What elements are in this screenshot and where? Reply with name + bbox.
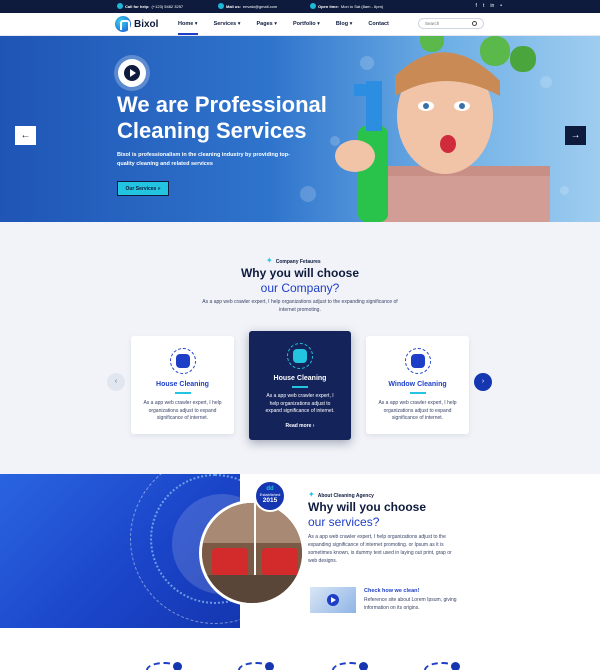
window-cleaning-icon xyxy=(404,348,431,374)
service-card[interactable]: Window Cleaning As a app web crawler exp… xyxy=(366,336,469,434)
service-card[interactable]: House Cleaning As a app web crawler expe… xyxy=(131,336,234,434)
stat-circle-icon xyxy=(424,662,460,670)
sparkle-icon: ✦ xyxy=(308,490,315,499)
menu-item-services[interactable]: Services ▾ xyxy=(214,13,241,35)
check-how-we-clean-link[interactable]: Check how we clean! xyxy=(364,588,419,594)
sparkle-icon: ✦ xyxy=(266,256,273,265)
card-title: Window Cleaning xyxy=(388,381,447,388)
menu: Home ▾ Services ▾ Pages ▾ Portfolio ▾ Bl… xyxy=(178,13,405,35)
linkedin-icon[interactable]: in xyxy=(490,3,494,9)
about-eyebrow: ✦ About Cleaning Agency xyxy=(308,490,374,499)
slider-next-arrow-icon[interactable]: → xyxy=(565,126,586,145)
about-title: Why will you choose xyxy=(308,500,427,514)
menu-item-pages[interactable]: Pages ▾ xyxy=(257,13,278,35)
service-card-active[interactable]: House Cleaning As a app web crawler expe… xyxy=(249,331,351,440)
menu-item-home[interactable]: Home ▾ xyxy=(178,13,198,35)
open-time: Open time: Mon to Sat (8am - 6pm) xyxy=(310,3,383,9)
established-badge: dd Established 2015 xyxy=(254,480,286,512)
card-divider xyxy=(409,392,426,394)
instagram-icon[interactable]: • xyxy=(500,3,502,9)
carousel-prev-icon[interactable]: ‹ xyxy=(107,373,125,391)
main-navigation: Bixol Home ▾ Services ▾ Pages ▾ Portfoli… xyxy=(0,13,600,36)
hero-slider: We are Professional Cleaning Services Bi… xyxy=(0,36,600,222)
check-description: Reference site about Lorem Ipsum, giving… xyxy=(364,597,457,611)
social-links: f t in • xyxy=(476,3,502,9)
card-title: House Cleaning xyxy=(273,375,327,382)
stat-circle-icon xyxy=(332,662,368,670)
site-logo[interactable]: Bixol xyxy=(115,16,158,32)
search-icon[interactable] xyxy=(472,21,477,26)
menu-item-contact[interactable]: Contact xyxy=(368,13,388,35)
card-description: As a app web crawler expert, I help orga… xyxy=(378,400,457,421)
about-description: As a app web crawler expert, I help orga… xyxy=(308,534,452,564)
stat-circle-icon xyxy=(238,662,274,670)
company-features-section: ✦ Company Fetaures Why you will choose ou… xyxy=(0,222,600,474)
play-video-button[interactable] xyxy=(118,59,146,87)
faucet-icon xyxy=(287,343,313,369)
phone-icon xyxy=(117,3,123,9)
carousel-next-icon[interactable]: › xyxy=(474,373,492,391)
stat-circle-icon xyxy=(146,662,182,670)
mail-icon xyxy=(218,3,224,9)
logo-icon xyxy=(115,16,131,32)
mail-contact[interactable]: Mail us: envato@gmail.com xyxy=(218,3,277,9)
hero-subtitle: Bixol is professionalism in the cleaning… xyxy=(117,152,290,167)
card-description: As a app web crawler expert, I help orga… xyxy=(265,393,335,414)
twitter-icon[interactable]: t xyxy=(483,3,484,9)
features-eyebrow: ✦ Company Fetaures xyxy=(266,256,321,265)
video-thumbnail[interactable] xyxy=(310,587,356,613)
play-icon xyxy=(124,65,140,81)
clock-icon xyxy=(310,3,316,9)
top-info-bar: Call for help: (+123) 5462 3257 Mail us:… xyxy=(0,0,600,13)
slider-prev-arrow-icon[interactable]: ← xyxy=(15,126,36,145)
facebook-icon[interactable]: f xyxy=(476,3,477,9)
features-description: As a app web crawler expert, I help orga… xyxy=(202,299,398,313)
card-divider xyxy=(292,386,308,388)
bubble-decoration xyxy=(560,186,569,195)
card-divider xyxy=(174,392,191,394)
house-icon xyxy=(169,348,196,374)
help-phone[interactable]: Call for help: (+123) 5462 3257 xyxy=(117,3,183,9)
hero-title: We are Professional Cleaning Services xyxy=(117,92,327,143)
features-title: Why you will choose xyxy=(240,266,359,280)
play-icon xyxy=(327,594,339,606)
card-description: As a app web crawler expert, I help orga… xyxy=(143,400,222,421)
room-illustration xyxy=(202,503,302,603)
menu-item-blog[interactable]: Blog ▾ xyxy=(336,13,353,35)
next-section xyxy=(0,628,600,670)
cleaning-room-photo xyxy=(199,500,305,606)
features-title-accent: our Company? xyxy=(260,281,340,295)
menu-item-portfolio[interactable]: Portfolio ▾ xyxy=(293,13,320,35)
about-title-accent: our services? xyxy=(308,515,380,529)
card-title: House Cleaning xyxy=(156,381,209,388)
read-more-link[interactable]: Read more › xyxy=(249,423,351,429)
our-services-button[interactable]: Our Services » xyxy=(117,181,169,196)
